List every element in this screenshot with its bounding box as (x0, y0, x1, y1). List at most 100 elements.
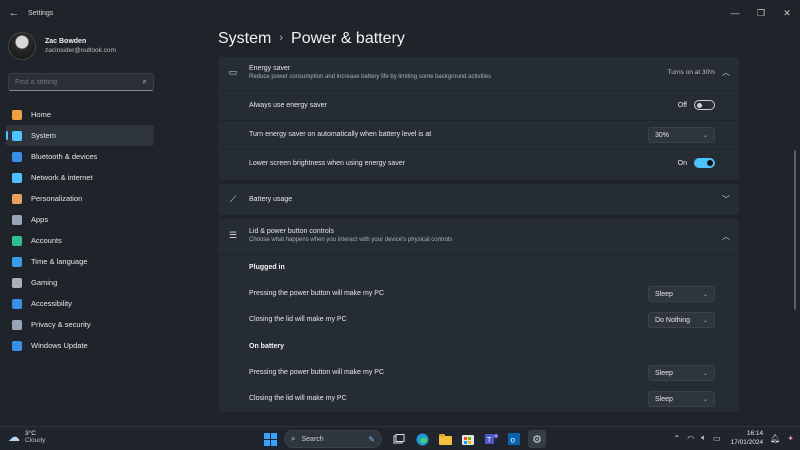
plugged-lid-dropdown[interactable]: Do Nothing ⌄ (648, 312, 715, 328)
cloud-icon: ☁ (8, 430, 20, 444)
battery-power-button-dropdown[interactable]: Sleep ⌄ (648, 365, 715, 381)
copilot-highlight-icon: ✎ (368, 434, 375, 444)
minimize-icon[interactable]: — (722, 0, 748, 26)
divider (218, 120, 739, 121)
sidebar-item-apps[interactable]: Apps (6, 209, 154, 230)
copilot-icon[interactable]: ✦ (787, 434, 794, 443)
chevron-down-icon: ⌄ (702, 370, 708, 377)
settings-window: ← Settings — ❐ ✕ Zac Bowden zacinsider@o… (0, 0, 800, 426)
auto-energy-saver-label: Turn energy saver on automatically when … (249, 131, 432, 138)
maximize-icon[interactable]: ❐ (748, 0, 774, 26)
taskbar: ☁ 3°C Cloudy ⌕ Search ✎ T o ⚙ ⌃ ◠ 🔈︎ ▭ 1… (0, 426, 800, 450)
energy-saver-status: Turns on at 30% (667, 69, 715, 76)
toggle-switch-on[interactable] (694, 158, 715, 168)
sidebar-item-accessibility[interactable]: Accessibility (6, 293, 154, 314)
bell-icon[interactable]: 🔔︎ (770, 434, 780, 443)
chevron-up-icon[interactable]: ︿ (722, 231, 730, 242)
lid-power-card: ☰ Lid & power button controls Choose wha… (218, 219, 739, 412)
sidebar-item-label: Network & internet (31, 173, 93, 182)
speaker-icon[interactable]: 🔈︎ (701, 433, 706, 443)
sidebar-item-label: Gaming (31, 278, 58, 287)
edge-browser-icon[interactable] (413, 430, 431, 448)
system-tray: ⌃ ◠ 🔈︎ ▭ 16:14 17/01/2024 🔔︎ ✦ (667, 429, 794, 447)
user-profile[interactable]: Zac Bowden zacinsider@outlook.com (8, 32, 116, 60)
sidebar-item-label: Bluetooth & devices (31, 152, 98, 161)
sidebar-item-label: Privacy & security (31, 320, 91, 329)
search-icon[interactable]: ⌕ (143, 77, 147, 87)
battery-lid-dropdown[interactable]: Sleep ⌄ (648, 391, 715, 407)
sidebar: Zac Bowden zacinsider@outlook.com ⌕ Home… (0, 26, 160, 426)
search-icon: ⌕ (291, 434, 296, 443)
sidebar-item-system[interactable]: System (6, 125, 154, 146)
dropdown-value: Sleep (655, 290, 673, 298)
dropdown-value: Sleep (655, 369, 673, 377)
lid-power-description: Choose what happens when you interact wi… (249, 237, 453, 243)
brush-icon (12, 193, 22, 204)
energy-saver-title: Energy saver (249, 64, 291, 72)
plugged-power-button-dropdown[interactable]: Sleep ⌄ (648, 286, 715, 302)
close-icon[interactable]: ✕ (774, 0, 800, 26)
sidebar-item-time-language[interactable]: Time & language (6, 251, 154, 272)
wifi-icon (12, 172, 22, 183)
energy-saver-description: Reduce power consumption and increase ba… (249, 73, 492, 80)
battery-usage-title: Battery usage (249, 196, 293, 203)
energy-saver-header[interactable]: ▭ Energy saver Reduce power consumption … (218, 57, 739, 87)
sidebar-item-accounts[interactable]: Accounts (6, 230, 154, 251)
back-arrow-icon[interactable]: ← (0, 7, 28, 19)
dropdown-value: Sleep (655, 395, 673, 403)
battery-icon[interactable]: ▭ (713, 434, 721, 443)
sidebar-item-privacy-security[interactable]: Privacy & security (6, 314, 154, 335)
chevron-down-icon[interactable]: ﹀ (722, 194, 730, 205)
breadcrumb-parent[interactable]: System (218, 30, 271, 47)
weather-widget[interactable]: ☁ 3°C Cloudy (8, 430, 45, 444)
sidebar-item-personalization[interactable]: Personalization (6, 188, 154, 209)
store-icon[interactable] (459, 430, 477, 448)
page-title: Power & battery (291, 30, 405, 47)
search-input[interactable] (15, 78, 135, 86)
svg-text:T: T (487, 437, 492, 444)
start-windows-icon[interactable] (261, 430, 279, 448)
taskbar-search-label: Search (301, 435, 324, 443)
profile-name: Zac Bowden (45, 38, 87, 45)
chevron-up-icon[interactable]: ︿ (722, 67, 730, 78)
task-view-icon[interactable] (390, 430, 408, 448)
battery-usage-card[interactable]: ⟋ Battery usage ﹀ (218, 184, 739, 215)
teams-icon[interactable]: T (482, 430, 500, 448)
sidebar-item-label: Windows Update (31, 341, 88, 350)
sidebar-item-label: Home (31, 110, 52, 119)
sidebar-item-network-internet[interactable]: Network & internet (6, 167, 154, 188)
taskbar-search[interactable]: ⌕ Search ✎ (284, 430, 382, 448)
settings-gear-icon[interactable]: ⚙ (528, 430, 546, 448)
chevron-up-icon[interactable]: ⌃ (674, 434, 681, 443)
clock-globe-icon (12, 256, 22, 267)
battery-usage-header[interactable]: ⟋ Battery usage ﹀ (218, 184, 739, 215)
always-energy-saver-label: Always use energy saver (249, 102, 327, 109)
system-icon (12, 130, 22, 141)
outlook-icon[interactable]: o (505, 430, 523, 448)
clock[interactable]: 16:14 17/01/2024 (731, 429, 764, 447)
main-content: System › Power & battery ▭ Energy saver Re… (218, 26, 740, 426)
home-icon (12, 109, 22, 120)
lid-power-header[interactable]: ☰ Lid & power button controls Choose wha… (218, 219, 739, 252)
chevron-down-icon: ⌄ (702, 291, 708, 298)
lower-brightness-toggle[interactable]: On (678, 158, 715, 168)
battery-level-dropdown[interactable]: 30% ⌄ (648, 127, 715, 143)
breadcrumb: System › Power & battery (218, 30, 405, 48)
sidebar-item-windows-update[interactable]: Windows Update (6, 335, 154, 356)
lid-power-title: Lid & power button controls (249, 228, 334, 235)
toggle-switch-off[interactable] (694, 100, 715, 110)
sidebar-item-gaming[interactable]: Gaming (6, 272, 154, 293)
wifi-icon[interactable]: ◠ (687, 434, 694, 443)
always-energy-saver-toggle[interactable]: Off (678, 100, 715, 110)
divider (218, 90, 739, 91)
profile-email: zacinsider@outlook.com (45, 47, 116, 54)
find-setting-search[interactable]: ⌕ (8, 73, 154, 91)
dropdown-value: 30% (655, 131, 670, 139)
scrollbar[interactable] (794, 150, 796, 310)
sidebar-item-home[interactable]: Home (6, 104, 154, 125)
weather-desc: Cloudy (25, 437, 46, 444)
sidebar-item-label: Time & language (31, 257, 88, 266)
sidebar-item-bluetooth-devices[interactable]: Bluetooth & devices (6, 146, 154, 167)
file-explorer-icon[interactable] (436, 430, 454, 448)
gaming-icon (12, 277, 22, 288)
